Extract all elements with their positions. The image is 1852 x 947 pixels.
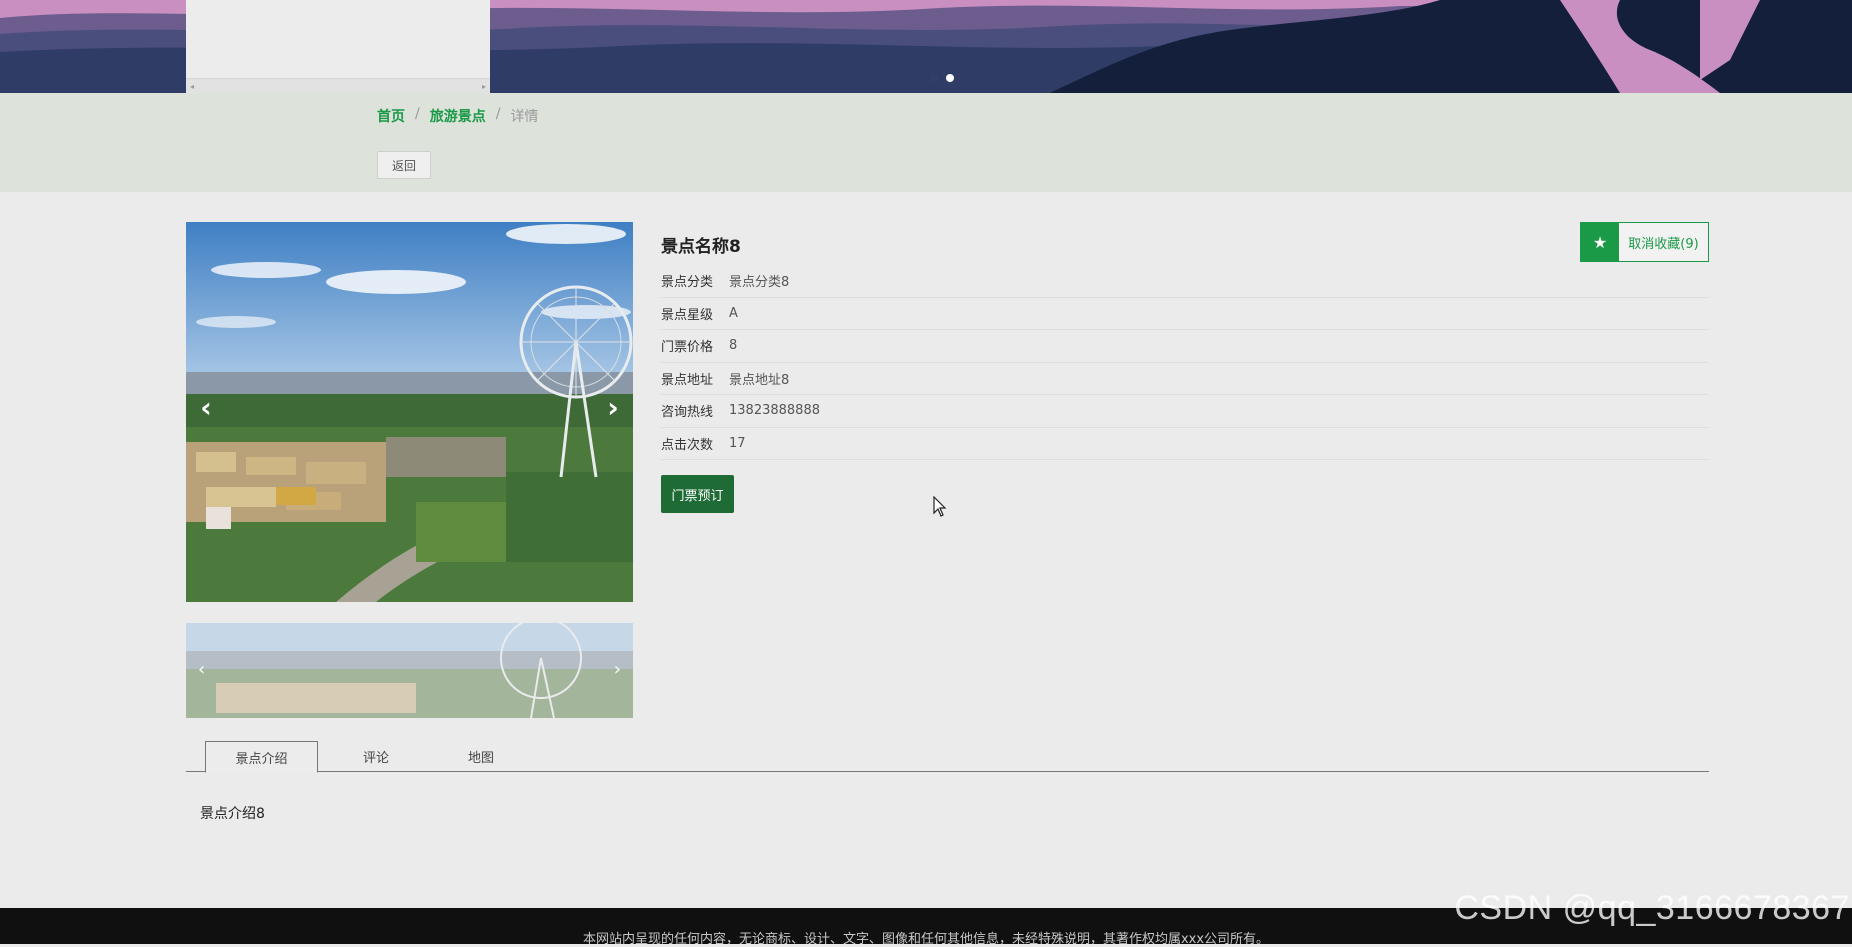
carousel-dot[interactable] — [930, 74, 938, 82]
banner-side-panel: ◂ ▸ — [186, 0, 490, 93]
info-value: A — [729, 305, 738, 321]
unfavorite-label: 取消收藏(9) — [1628, 236, 1699, 252]
carousel-prev-icon[interactable]: ‹ — [194, 391, 218, 424]
book-ticket-button[interactable]: 门票预订 — [661, 475, 734, 513]
info-key: 门票价格 — [661, 340, 714, 356]
scroll-left-icon[interactable]: ◂ — [190, 82, 194, 91]
horizontal-scrollbar[interactable]: ◂ ▸ — [186, 78, 490, 93]
spot-title: 景点名称8 — [661, 237, 741, 257]
thumbnail-strip[interactable]: ‹ › — [186, 623, 633, 718]
info-row-category: 景点分类 景点分类8 — [661, 265, 1709, 298]
carousel-next-icon[interactable]: › — [601, 391, 625, 424]
spot-image-carousel[interactable]: ‹ › — [186, 222, 633, 602]
info-value: 17 — [729, 435, 746, 451]
watermark: CSDN @qq_3166678367 — [1454, 889, 1850, 927]
tab-introduction[interactable]: 景点介绍 — [205, 741, 318, 773]
breadcrumb-home[interactable]: 首页 — [377, 106, 405, 126]
footer-copyright: 本网站内呈现的任何内容，无论商标、设计、文字、图像和任何其他信息，未经特殊说明，… — [582, 932, 1270, 947]
breadcrumb: 首页 / 旅游景点 / 详情 — [377, 106, 538, 126]
tab-content: 景点介绍8 — [200, 806, 265, 822]
spot-info-list: 景点分类 景点分类8 景点星级 A 门票价格 8 景点地址 景点地址8 咨询热线… — [661, 265, 1709, 460]
thumbnail-image — [186, 623, 633, 718]
breadcrumb-current: 详情 — [510, 109, 539, 125]
info-row-price: 门票价格 8 — [661, 330, 1709, 363]
info-row-clicks: 点击次数 17 — [661, 428, 1709, 460]
info-row-hotline: 咨询热线 13823888888 — [661, 395, 1709, 428]
mouse-cursor-icon — [933, 496, 947, 517]
info-key: 咨询热线 — [661, 405, 714, 421]
thumbnail-prev-icon[interactable]: ‹ — [198, 659, 205, 680]
carousel-indicators — [930, 74, 954, 82]
info-value: 景点分类8 — [729, 275, 790, 291]
breadcrumb-separator: / — [415, 106, 420, 122]
thumbnail-next-icon[interactable]: › — [614, 659, 621, 680]
tab-comments[interactable]: 评论 — [336, 741, 416, 772]
breadcrumb-band: 首页 / 旅游景点 / 详情 返回 — [0, 93, 1852, 192]
carousel-dot-active[interactable] — [946, 74, 954, 82]
back-button[interactable]: 返回 — [377, 151, 431, 179]
info-key: 景点地址 — [661, 372, 714, 388]
spot-photo — [186, 222, 633, 602]
star-icon: ★ — [1581, 223, 1619, 261]
banner-carousel[interactable]: ◂ ▸ — [0, 0, 1852, 93]
info-value: 13823888888 — [729, 403, 820, 419]
unfavorite-button[interactable]: ★ 取消收藏(9) — [1580, 222, 1709, 262]
breadcrumb-separator: / — [495, 106, 501, 122]
detail-tabs: 景点介绍 评论 地图 — [186, 741, 1709, 773]
info-key: 景点分类 — [661, 275, 714, 291]
info-key: 点击次数 — [661, 437, 714, 453]
info-row-rating: 景点星级 A — [661, 298, 1709, 330]
scroll-right-icon[interactable]: ▸ — [482, 82, 486, 91]
info-row-address: 景点地址 景点地址8 — [661, 363, 1709, 395]
breadcrumb-spots[interactable]: 旅游景点 — [430, 106, 486, 126]
info-value: 8 — [729, 338, 738, 354]
info-value: 景点地址8 — [729, 372, 790, 388]
tab-map[interactable]: 地图 — [441, 741, 521, 772]
info-key: 景点星级 — [661, 307, 714, 323]
